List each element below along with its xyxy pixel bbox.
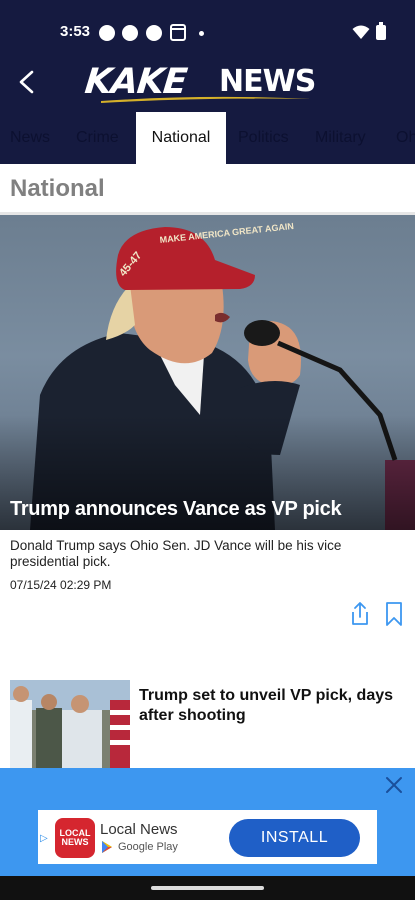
bookmark-icon[interactable] (383, 600, 405, 628)
featured-summary: Donald Trump says Ohio Sen. JD Vance wil… (10, 538, 342, 569)
logo-swoosh (101, 96, 311, 103)
app-icon: LOCAL NEWS (55, 818, 95, 858)
story-thumbnail[interactable] (10, 680, 130, 770)
crowd-photo (10, 680, 130, 770)
logo-sub: NEWS (219, 64, 316, 99)
install-button[interactable]: INSTALL (229, 819, 360, 857)
section-title: National (10, 175, 105, 202)
notification-icon (99, 25, 115, 41)
tab-more[interactable]: Oh (396, 112, 415, 164)
notification-icon (122, 25, 138, 41)
app-icon-text: LOCAL NEWS (55, 829, 95, 847)
calendar-icon (170, 24, 186, 41)
tab-politics[interactable]: Politics (238, 112, 289, 164)
tab-news[interactable]: News (10, 112, 50, 164)
story-headline[interactable]: Trump set to unveil VP pick, days after … (139, 686, 399, 726)
ad-app-name: Local News (100, 821, 178, 838)
featured-timestamp: 07/15/24 02:29 PM (10, 578, 112, 592)
wifi-icon (352, 25, 370, 39)
station-logo: KAKE NEWS (83, 62, 335, 104)
category-tabs: News Crime National Politics Military Oh (0, 112, 415, 164)
status-bar: 3:53 (0, 0, 415, 62)
ad-choices-icon[interactable]: ▷ (40, 833, 48, 844)
share-icon[interactable] (348, 600, 372, 628)
battery-icon (376, 22, 386, 40)
google-play-icon (102, 841, 112, 853)
home-gesture-handle[interactable] (151, 886, 264, 890)
notification-icon (146, 25, 162, 41)
tab-military[interactable]: Military (315, 112, 366, 164)
back-icon[interactable] (12, 66, 40, 98)
tab-national[interactable]: National (136, 112, 226, 164)
close-icon[interactable] (382, 773, 406, 797)
app-icon-line2: NEWS (61, 837, 89, 847)
featured-story-image[interactable]: MAKE AMERICA GREAT AGAIN 45-47 Trump ann… (0, 215, 415, 530)
more-notifications-icon (199, 31, 204, 36)
featured-headline[interactable]: Trump announces Vance as VP pick (10, 498, 342, 521)
app-header: 3:53 KAKE NEWS News Crime National Polit… (0, 0, 415, 164)
cap-slogan: MAKE AMERICA GREAT AGAIN (159, 221, 294, 245)
status-time: 3:53 (60, 23, 91, 40)
tab-crime[interactable]: Crime (76, 112, 119, 164)
ad-store-label: Google Play (118, 841, 178, 853)
